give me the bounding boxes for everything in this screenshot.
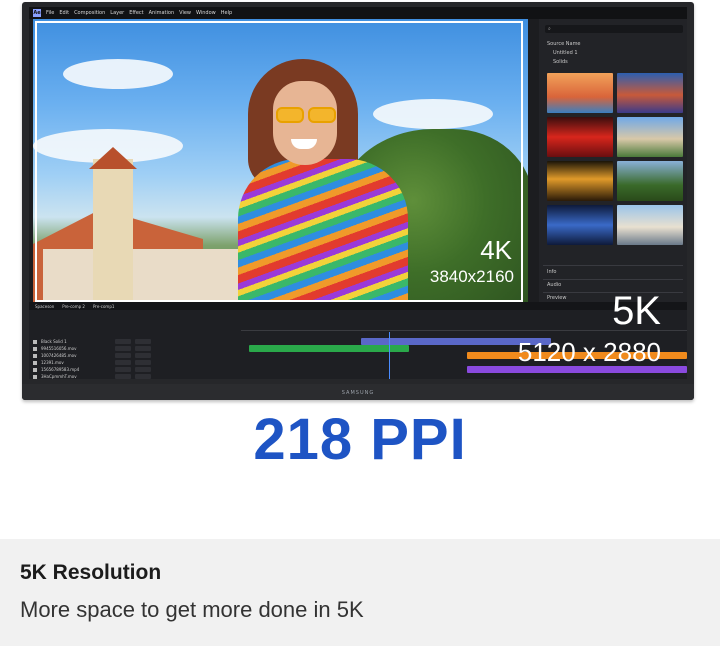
track-matte-dropdown[interactable] (135, 360, 151, 365)
thumbnail[interactable] (547, 205, 613, 245)
divider (543, 279, 683, 280)
menu-view[interactable]: View (179, 10, 191, 16)
track-matte-dropdown[interactable] (135, 353, 151, 358)
layer-name: 15656789583.mp4 (41, 367, 80, 372)
layer-bar[interactable] (467, 366, 687, 373)
mode-dropdown[interactable] (115, 353, 131, 358)
layer-bar[interactable] (249, 345, 409, 352)
brand-logo: SAMSUNG (341, 390, 375, 396)
layer-color-icon (33, 346, 37, 351)
mode-dropdown[interactable] (115, 374, 131, 379)
menu-window[interactable]: Window (196, 10, 216, 16)
layer-name: 12391.mov (41, 360, 64, 365)
project-search-input[interactable]: ⌕ (545, 25, 683, 33)
layer-row[interactable]: 12391.mov (33, 359, 233, 366)
app-logo-icon: Ae (33, 9, 41, 17)
label-4k-resolution: 3840x2160 (429, 267, 514, 286)
caption-subtitle: More space to get more done in 5K (20, 597, 364, 622)
timeline-tabs: Spaceson Pre-comp 2 Pre-comp1 (29, 302, 687, 310)
track-matte-dropdown[interactable] (135, 374, 151, 379)
mode-dropdown[interactable] (115, 360, 131, 365)
menu-file[interactable]: File (46, 10, 54, 16)
composition-preview[interactable]: 4K 3840x2160 (33, 19, 528, 302)
thumbnail[interactable] (617, 117, 683, 157)
thumbnail[interactable] (547, 73, 613, 113)
ppi-headline: 218 PPI (253, 407, 467, 472)
thumbnail[interactable] (617, 73, 683, 113)
screen: Ae File Edit Composition Layer Effect An… (29, 7, 687, 379)
thumbnail[interactable] (617, 205, 683, 245)
panel-preview[interactable]: Preview (547, 295, 566, 301)
menu-composition[interactable]: Composition (74, 10, 105, 16)
frame-4k (35, 21, 523, 302)
monitor: Ae File Edit Composition Layer Effect An… (22, 2, 694, 400)
thumbnail[interactable] (547, 117, 613, 157)
layer-name: 3HaCpmmhT.mov (41, 374, 77, 379)
layer-name: Black Solid 1 (41, 339, 67, 344)
layer-row[interactable]: 1007426485.mov (33, 352, 233, 359)
menu-help[interactable]: Help (221, 10, 232, 16)
layer-color-icon (33, 374, 37, 379)
thumbnail[interactable] (547, 161, 613, 201)
mode-dropdown[interactable] (115, 367, 131, 372)
mode-dropdown[interactable] (115, 339, 131, 344)
monitor-chin: SAMSUNG (22, 384, 694, 400)
track-matte-dropdown[interactable] (135, 367, 151, 372)
menu-layer[interactable]: Layer (110, 10, 124, 16)
mode-dropdown[interactable] (115, 346, 131, 351)
playhead[interactable] (389, 332, 390, 379)
tab-pre-comp-1[interactable]: Pre-comp1 (93, 304, 114, 309)
tree-item-untitled[interactable]: Untitled 1 (553, 50, 578, 56)
layer-row[interactable]: 15656789583.mp4 (33, 366, 233, 373)
panel-audio[interactable]: Audio (547, 282, 561, 288)
thumbnail[interactable] (617, 161, 683, 201)
label-5k: 5K (612, 289, 661, 333)
footer-caption: 5K Resolution More space to get more don… (0, 539, 720, 646)
source-name-header: Source Name (547, 41, 581, 47)
tab-pre-comp-2[interactable]: Pre-comp 2 (62, 304, 85, 309)
menu-animation[interactable]: Animation (149, 10, 175, 16)
layer-color-icon (33, 360, 37, 365)
tree-item-solids[interactable]: Solids (553, 59, 568, 65)
layer-row[interactable]: 3HaCpmmhT.mov (33, 373, 233, 379)
caption-title: 5K Resolution (20, 561, 162, 584)
label-5k-resolution: 5120 x 2880 (517, 337, 661, 367)
thumbnail-grid (547, 73, 685, 245)
project-panel: ⌕ Source Name Untitled 1 Solids Info Aud… (539, 19, 687, 304)
layer-row[interactable]: Black Solid 1 (33, 338, 233, 345)
track-matte-dropdown[interactable] (135, 339, 151, 344)
menu-edit[interactable]: Edit (59, 10, 69, 16)
track-matte-dropdown[interactable] (135, 346, 151, 351)
layer-color-icon (33, 367, 37, 372)
layer-name: 9945516056.mov (41, 346, 77, 351)
tab-spaceson[interactable]: Spaceson (35, 304, 54, 309)
label-4k: 4K (480, 235, 512, 265)
divider (543, 265, 683, 266)
menubar: Ae File Edit Composition Layer Effect An… (29, 7, 687, 19)
menu-effect[interactable]: Effect (129, 10, 143, 16)
layer-name: 1007426485.mov (41, 353, 77, 358)
panel-info[interactable]: Info (547, 269, 556, 275)
layer-color-icon (33, 353, 37, 358)
layer-color-icon (33, 339, 37, 344)
layer-row[interactable]: 9945516056.mov (33, 345, 233, 352)
